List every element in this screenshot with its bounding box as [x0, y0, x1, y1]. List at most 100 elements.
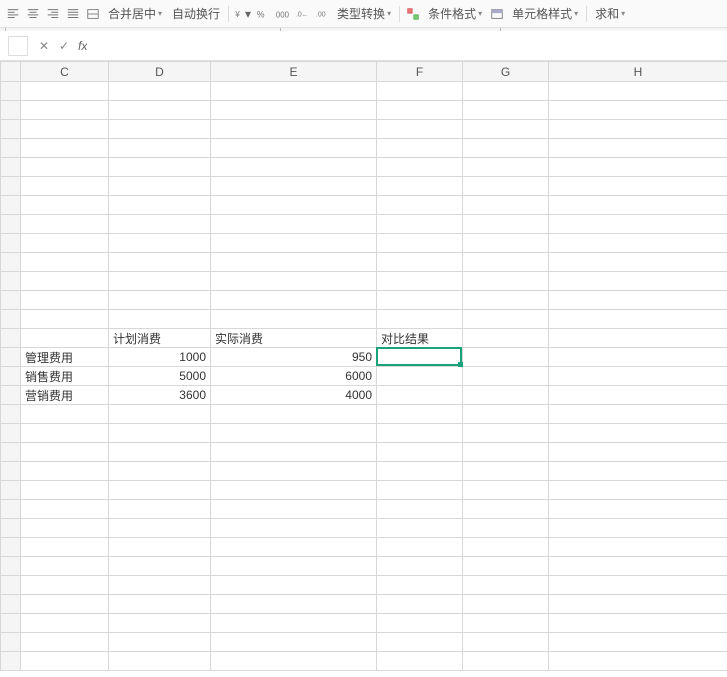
- cell[interactable]: [549, 519, 727, 538]
- cell[interactable]: [549, 386, 727, 405]
- cell[interactable]: [463, 557, 549, 576]
- cell[interactable]: [21, 633, 109, 652]
- cell[interactable]: [549, 576, 727, 595]
- cell[interactable]: [463, 253, 549, 272]
- cell[interactable]: [109, 405, 211, 424]
- cell[interactable]: [109, 139, 211, 158]
- cell[interactable]: [463, 443, 549, 462]
- cell[interactable]: [109, 500, 211, 519]
- cell[interactable]: [21, 614, 109, 633]
- cell[interactable]: [463, 82, 549, 101]
- align-center-icon[interactable]: [24, 5, 42, 23]
- cell[interactable]: 1000: [109, 348, 211, 367]
- cell[interactable]: [21, 481, 109, 500]
- cell[interactable]: [377, 557, 463, 576]
- cell[interactable]: [211, 481, 377, 500]
- cell[interactable]: [109, 481, 211, 500]
- cell[interactable]: [377, 443, 463, 462]
- percent-icon[interactable]: %: [253, 5, 271, 23]
- cell[interactable]: [377, 234, 463, 253]
- cell[interactable]: [21, 500, 109, 519]
- cell[interactable]: [377, 177, 463, 196]
- cell[interactable]: [211, 576, 377, 595]
- column-header[interactable]: H: [549, 62, 727, 82]
- column-header[interactable]: G: [463, 62, 549, 82]
- row-header[interactable]: [1, 481, 21, 500]
- cell[interactable]: [463, 139, 549, 158]
- cell[interactable]: [21, 196, 109, 215]
- row-header[interactable]: [1, 272, 21, 291]
- select-all-corner[interactable]: [1, 62, 21, 82]
- cell[interactable]: [549, 82, 727, 101]
- cell[interactable]: [463, 215, 549, 234]
- cell[interactable]: [21, 462, 109, 481]
- row-header[interactable]: [1, 595, 21, 614]
- cell[interactable]: [549, 652, 727, 671]
- cell[interactable]: [211, 462, 377, 481]
- cell[interactable]: [109, 443, 211, 462]
- row-header[interactable]: [1, 101, 21, 120]
- cell[interactable]: [21, 120, 109, 139]
- cell[interactable]: [377, 386, 463, 405]
- align-justify-icon[interactable]: [64, 5, 82, 23]
- formula-input[interactable]: [87, 35, 719, 57]
- row-header[interactable]: [1, 291, 21, 310]
- cell[interactable]: [21, 424, 109, 443]
- cell[interactable]: [211, 234, 377, 253]
- cell[interactable]: [21, 443, 109, 462]
- cell[interactable]: [463, 576, 549, 595]
- cell[interactable]: [377, 424, 463, 443]
- cell[interactable]: [549, 424, 727, 443]
- row-header[interactable]: [1, 196, 21, 215]
- cell[interactable]: [549, 462, 727, 481]
- cell[interactable]: [21, 576, 109, 595]
- cell[interactable]: [211, 120, 377, 139]
- align-left-icon[interactable]: [4, 5, 22, 23]
- row-header[interactable]: [1, 120, 21, 139]
- cell[interactable]: [463, 462, 549, 481]
- cell[interactable]: [21, 557, 109, 576]
- cell[interactable]: [109, 291, 211, 310]
- cell[interactable]: [21, 291, 109, 310]
- row-header[interactable]: [1, 519, 21, 538]
- row-header[interactable]: [1, 576, 21, 595]
- cell[interactable]: [549, 177, 727, 196]
- cell[interactable]: [463, 348, 549, 367]
- row-header[interactable]: [1, 139, 21, 158]
- row-header[interactable]: [1, 652, 21, 671]
- cell[interactable]: [109, 519, 211, 538]
- cell[interactable]: [377, 462, 463, 481]
- cell[interactable]: [463, 120, 549, 139]
- cell[interactable]: [549, 234, 727, 253]
- column-header[interactable]: D: [109, 62, 211, 82]
- row-header[interactable]: [1, 500, 21, 519]
- cell[interactable]: [211, 272, 377, 291]
- sum-button[interactable]: 求和▾: [591, 3, 629, 25]
- row-header[interactable]: [1, 633, 21, 652]
- cell[interactable]: [377, 82, 463, 101]
- cell[interactable]: 营销费用: [21, 386, 109, 405]
- row-header[interactable]: [1, 367, 21, 386]
- cell[interactable]: 6000: [211, 367, 377, 386]
- increase-decimal-icon[interactable]: .00: [313, 5, 331, 23]
- cell[interactable]: [109, 177, 211, 196]
- cell[interactable]: [377, 291, 463, 310]
- cell[interactable]: [377, 120, 463, 139]
- cell[interactable]: [463, 424, 549, 443]
- cell[interactable]: [109, 253, 211, 272]
- cell[interactable]: [211, 443, 377, 462]
- cell[interactable]: [377, 576, 463, 595]
- cell[interactable]: 3600: [109, 386, 211, 405]
- cell[interactable]: [549, 101, 727, 120]
- cell[interactable]: 计划消费: [109, 329, 211, 348]
- cell[interactable]: [109, 614, 211, 633]
- cell[interactable]: [549, 139, 727, 158]
- cell[interactable]: [463, 310, 549, 329]
- cell[interactable]: [109, 196, 211, 215]
- cell[interactable]: [109, 424, 211, 443]
- cell[interactable]: [377, 652, 463, 671]
- row-header[interactable]: [1, 215, 21, 234]
- row-header[interactable]: [1, 462, 21, 481]
- cell[interactable]: [109, 101, 211, 120]
- cell[interactable]: [463, 234, 549, 253]
